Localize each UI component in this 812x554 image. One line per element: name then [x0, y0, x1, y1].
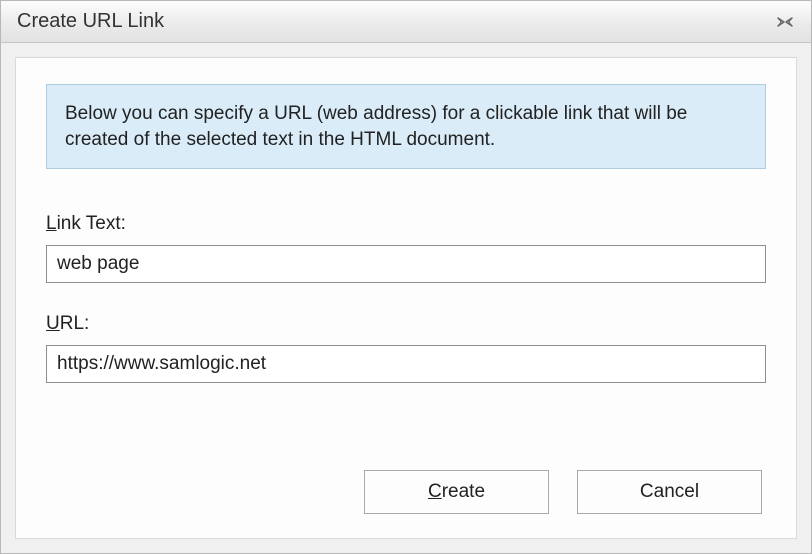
close-icon[interactable] [771, 12, 799, 32]
url-input[interactable] [46, 345, 766, 383]
cancel-label: Cancel [640, 481, 699, 502]
content-panel: Below you can specify a URL (web address… [15, 57, 797, 539]
link-text-input[interactable] [46, 245, 766, 283]
button-row: Create Cancel [46, 470, 766, 518]
link-text-label-rest: ink Text: [57, 213, 126, 234]
create-accelerator: C [428, 481, 442, 502]
content-wrapper: Below you can specify a URL (web address… [1, 43, 811, 553]
cancel-button[interactable]: Cancel [577, 470, 762, 514]
dialog-window: Create URL Link Below you can specify a … [0, 0, 812, 554]
link-text-accelerator: L [46, 213, 57, 234]
create-button[interactable]: Create [364, 470, 549, 514]
window-title: Create URL Link [17, 10, 164, 33]
info-text: Below you can specify a URL (web address… [65, 101, 747, 152]
link-text-label: Link Text: [46, 213, 766, 235]
titlebar: Create URL Link [1, 1, 811, 43]
create-label-rest: reate [442, 481, 485, 502]
url-accelerator: U [46, 313, 60, 334]
url-label: URL: [46, 313, 766, 335]
info-box: Below you can specify a URL (web address… [46, 84, 766, 169]
url-label-rest: RL: [60, 313, 90, 334]
